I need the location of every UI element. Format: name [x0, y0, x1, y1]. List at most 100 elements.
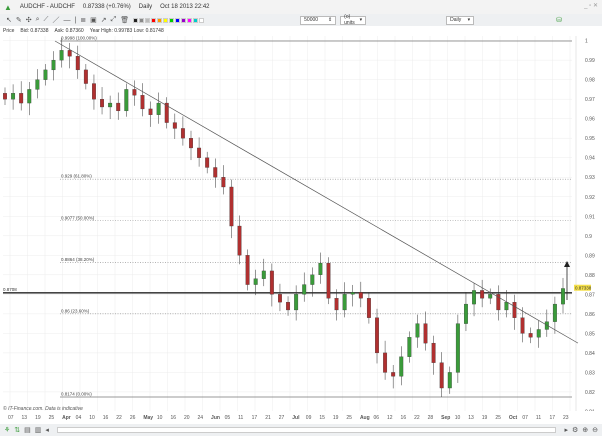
ray-icon[interactable]: ／: [52, 15, 59, 25]
x-tick-label: 25: [346, 415, 352, 421]
trade-icon[interactable]: ⛁: [556, 16, 562, 24]
zoom-in-icon[interactable]: ⊕: [582, 426, 588, 434]
chart-icon: ▲: [4, 2, 12, 12]
compare-icon[interactable]: ⇅: [14, 426, 20, 434]
trash-icon[interactable]: 🗑: [120, 16, 129, 24]
color-swatch[interactable]: [199, 17, 205, 23]
candle-body: [504, 301, 509, 311]
scroll-left-icon[interactable]: ◂: [45, 426, 49, 434]
candle: [512, 294, 517, 330]
candle: [229, 179, 234, 239]
candle-body: [213, 167, 218, 178]
candle-body: [278, 294, 282, 303]
text-icon[interactable]: ⤢: [111, 16, 117, 24]
color-swatch[interactable]: [163, 17, 169, 23]
y-tick-label: 0.81: [585, 409, 595, 411]
title-bar: ▲ AUDCHF - AUDCHF 0.87338 (+0.76%) Daily…: [0, 0, 602, 14]
x-tick-label: 22: [414, 415, 420, 421]
color-swatch[interactable]: [151, 17, 157, 23]
candle-body: [447, 372, 452, 389]
fib-level-label: 0.8864 (38.20%): [61, 257, 95, 262]
hline-icon[interactable]: —: [63, 17, 70, 24]
y-tick-label: 0.95: [585, 136, 595, 142]
candle-body: [221, 177, 226, 188]
candle: [116, 92, 121, 120]
color-swatch[interactable]: [169, 17, 175, 23]
candle-body: [480, 290, 485, 299]
x-tick-label: 15: [319, 415, 325, 421]
x-tick-label: 21: [265, 415, 271, 421]
x-tick-label: 10: [156, 415, 163, 421]
x-tick-label: Jun: [211, 415, 220, 421]
color-swatch[interactable]: [145, 17, 151, 23]
zoom-out-icon[interactable]: ⊖: [592, 426, 598, 434]
toolbar: ↖ ✎ ✣ ⌕ ⟋ ／ — | ≣ ▣ ↗ ⤢ 🗑 50000 ⇕ (o) uni…: [0, 14, 602, 26]
print-icon[interactable]: ▥: [35, 426, 42, 434]
price-label: Price: [3, 27, 15, 34]
color-swatch[interactable]: [157, 17, 163, 23]
x-tick-label: 20: [183, 415, 190, 421]
candle-body: [51, 59, 56, 71]
candle-body: [472, 290, 476, 305]
ask-value: Ask: 0.87360: [54, 27, 84, 34]
channel-icon[interactable]: ▣: [90, 16, 97, 24]
amount-input[interactable]: 50000 ⇕: [300, 15, 337, 25]
color-swatch[interactable]: [181, 17, 187, 23]
y-tick-label: 0.86: [585, 312, 595, 318]
y-tick-label: 0.83: [585, 370, 595, 376]
color-swatch[interactable]: [193, 17, 199, 23]
color-swatch[interactable]: [133, 17, 139, 23]
color-swatch[interactable]: [187, 17, 193, 23]
candle: [205, 151, 210, 174]
candle: [221, 165, 226, 195]
x-tick-label: 25: [48, 415, 55, 421]
window-controls[interactable]: _ ▫ ✕: [584, 2, 598, 9]
candle: [391, 364, 396, 389]
scroll-right-icon[interactable]: ▸: [564, 426, 568, 434]
candle-body: [83, 69, 88, 84]
fibonacci-icon[interactable]: ≣: [80, 16, 86, 24]
color-palette[interactable]: [133, 17, 205, 23]
year-range: Year High: 0.99783 Low: 0.81748: [89, 27, 164, 34]
candle: [318, 252, 323, 284]
line-icon[interactable]: ⟋: [44, 16, 49, 24]
candle-body: [148, 108, 153, 115]
x-tick-label: Sep: [441, 415, 451, 421]
vline-icon[interactable]: |: [74, 17, 76, 24]
save-icon[interactable]: ▤: [24, 426, 31, 434]
support-label: 0.8708: [3, 287, 17, 292]
arrow-icon[interactable]: ↗: [101, 16, 107, 24]
fib-level-label: 0.86 (23.60%): [61, 308, 90, 313]
candle-body: [294, 294, 299, 311]
candle: [67, 42, 72, 69]
timeframe-select[interactable]: Daily ▾: [446, 15, 475, 25]
candle-body: [464, 303, 468, 324]
candle-body: [561, 288, 565, 305]
indicator-icon[interactable]: ⚘: [4, 426, 10, 434]
crosshair-icon[interactable]: ✣: [26, 16, 32, 24]
settings-icon[interactable]: ⚙: [572, 426, 578, 434]
scrollbar[interactable]: [56, 427, 557, 433]
color-swatch[interactable]: [175, 17, 181, 23]
candle: [350, 284, 355, 307]
candle-body: [399, 356, 404, 377]
candle-body: [205, 157, 210, 168]
candle-body: [189, 138, 193, 149]
units-select[interactable]: (o) units ▾: [340, 14, 367, 26]
candle: [213, 158, 218, 188]
pencil-icon[interactable]: ✎: [16, 16, 22, 24]
price-chart[interactable]: 1 0.99 0.98 0.97 0.96 0.95 0.94 0.93 0.92 0.91 0.9…: [0, 35, 602, 411]
color-swatch[interactable]: [139, 17, 145, 23]
candle: [334, 289, 339, 321]
candle: [464, 291, 468, 332]
x-tick-label: 17: [549, 415, 556, 421]
candle-body: [431, 342, 436, 363]
pointer-icon[interactable]: ↖: [6, 16, 12, 24]
candle: [358, 281, 363, 308]
title-price: 0.87338 (+0.76%): [82, 4, 131, 10]
candle-body: [11, 93, 16, 100]
info-bar: Price Bid: 0.87338 Ask: 0.87360 Year Hig…: [0, 26, 560, 35]
candle-body: [19, 93, 24, 104]
zoom-icon[interactable]: ⌕: [36, 16, 40, 24]
y-tick-label: 0.93: [585, 175, 595, 181]
